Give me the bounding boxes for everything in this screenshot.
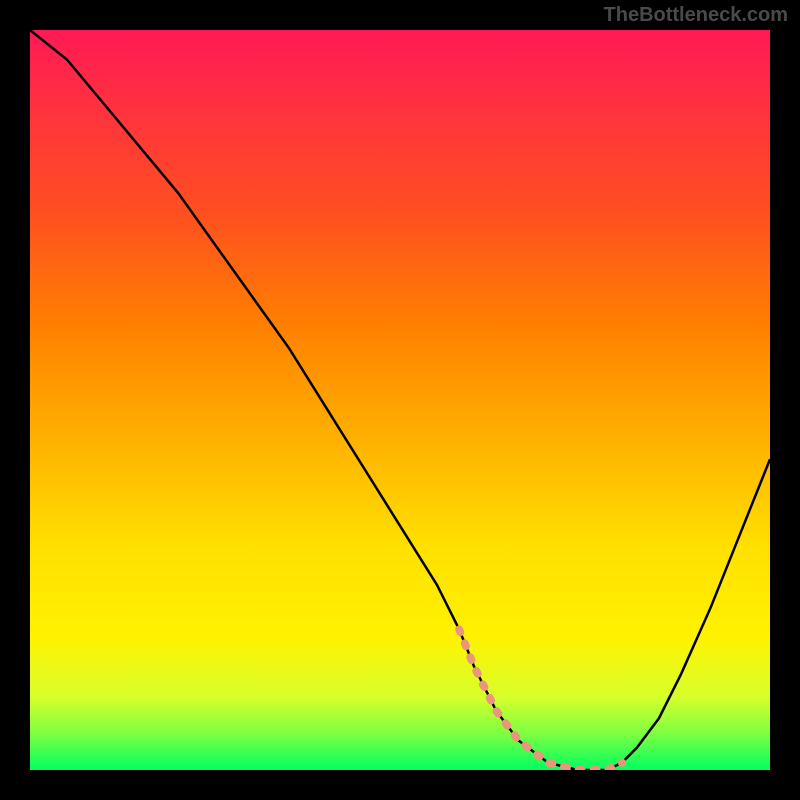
plot-area	[30, 30, 770, 770]
curve-layer	[30, 30, 770, 770]
bottleneck-curve	[30, 30, 770, 770]
watermark-text: TheBottleneck.com	[604, 4, 788, 27]
valley-marker	[459, 629, 622, 770]
